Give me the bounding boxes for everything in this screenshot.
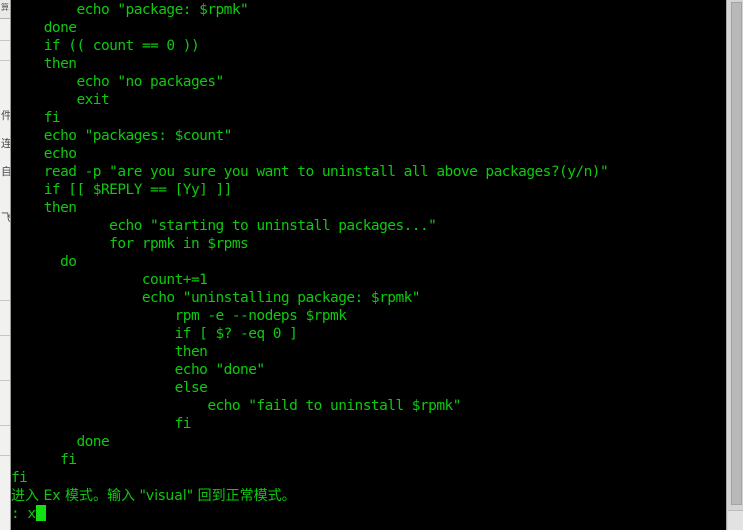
background-window-glyph: 连 (1, 138, 11, 150)
background-window-divider (0, 300, 10, 301)
terminal-line: echo "packages: $count" (11, 128, 233, 144)
terminal-line: done (11, 20, 77, 36)
terminal-line: else (11, 380, 208, 396)
terminal-line: then (11, 56, 77, 72)
terminal-line: for rpmk in $rpms (11, 236, 249, 252)
scrollbar-bottom-cap[interactable] (728, 510, 743, 530)
background-window-divider (0, 380, 10, 381)
terminal-line: if [[ $REPLY == [Yy] ]] (11, 182, 233, 198)
terminal-line: do (11, 254, 77, 270)
vertical-scrollbar[interactable] (726, 0, 743, 530)
background-window-divider (0, 60, 10, 61)
terminal-line: echo "done" (11, 362, 266, 378)
terminal-line: fi (11, 416, 192, 432)
terminal-line: echo "starting to uninstall packages..." (11, 218, 437, 234)
terminal-line: rpm -e --nodeps $rpmk (11, 308, 347, 324)
scrollbar-trough[interactable] (728, 0, 743, 530)
terminal-line: read -p "are you sure you want to uninst… (11, 164, 609, 180)
terminal-line: fi (11, 470, 28, 486)
terminal-line: echo "no packages" (11, 74, 224, 90)
terminal-prompt-line[interactable]: : x (11, 505, 726, 523)
terminal-window[interactable]: echo "package: $rpmk" done if (( count =… (11, 0, 726, 530)
background-window-tiny-label: 算 (1, 3, 9, 12)
background-window-glyph: 自 (1, 166, 11, 178)
terminal-line: fi (11, 110, 61, 126)
terminal-line: exit (11, 92, 110, 108)
terminal-status-message: 进入 Ex 模式。输入 "visual" 回到正常模式。 (11, 488, 296, 504)
terminal-console-output[interactable]: echo "package: $rpmk" done if (( count =… (11, 1, 726, 523)
text-cursor (35, 505, 46, 521)
terminal-line: count+=1 (11, 272, 208, 288)
background-window-glyph: 飞 (1, 212, 11, 224)
terminal-line: if (( count == 0 )) (11, 38, 200, 54)
screen-root: 算 件 连 自 飞 echo "package: $rpmk" done if … (0, 0, 743, 530)
terminal-line: echo (11, 146, 77, 162)
terminal-line: then (11, 344, 208, 360)
terminal-line: echo "uninstalling package: $rpmk" (11, 290, 421, 306)
background-window-divider (0, 455, 10, 456)
terminal-line: fi (11, 452, 77, 468)
background-window-divider (0, 335, 10, 336)
terminal-line: if [ $? -eq 0 ] (11, 326, 298, 342)
background-window-glyph: 件 (1, 110, 11, 122)
background-window-strip[interactable]: 算 件 连 自 飞 (0, 0, 11, 530)
scrollbar-thumb[interactable] (731, 2, 742, 505)
terminal-line: done (11, 434, 110, 450)
background-window-divider (0, 40, 10, 41)
background-window-divider (0, 425, 10, 426)
terminal-line: echo "faild to uninstall $rpmk" (11, 398, 461, 414)
terminal-line: then (11, 200, 77, 216)
terminal-prompt-text: : x (11, 506, 36, 522)
terminal-line: echo "package: $rpmk" (11, 2, 249, 18)
